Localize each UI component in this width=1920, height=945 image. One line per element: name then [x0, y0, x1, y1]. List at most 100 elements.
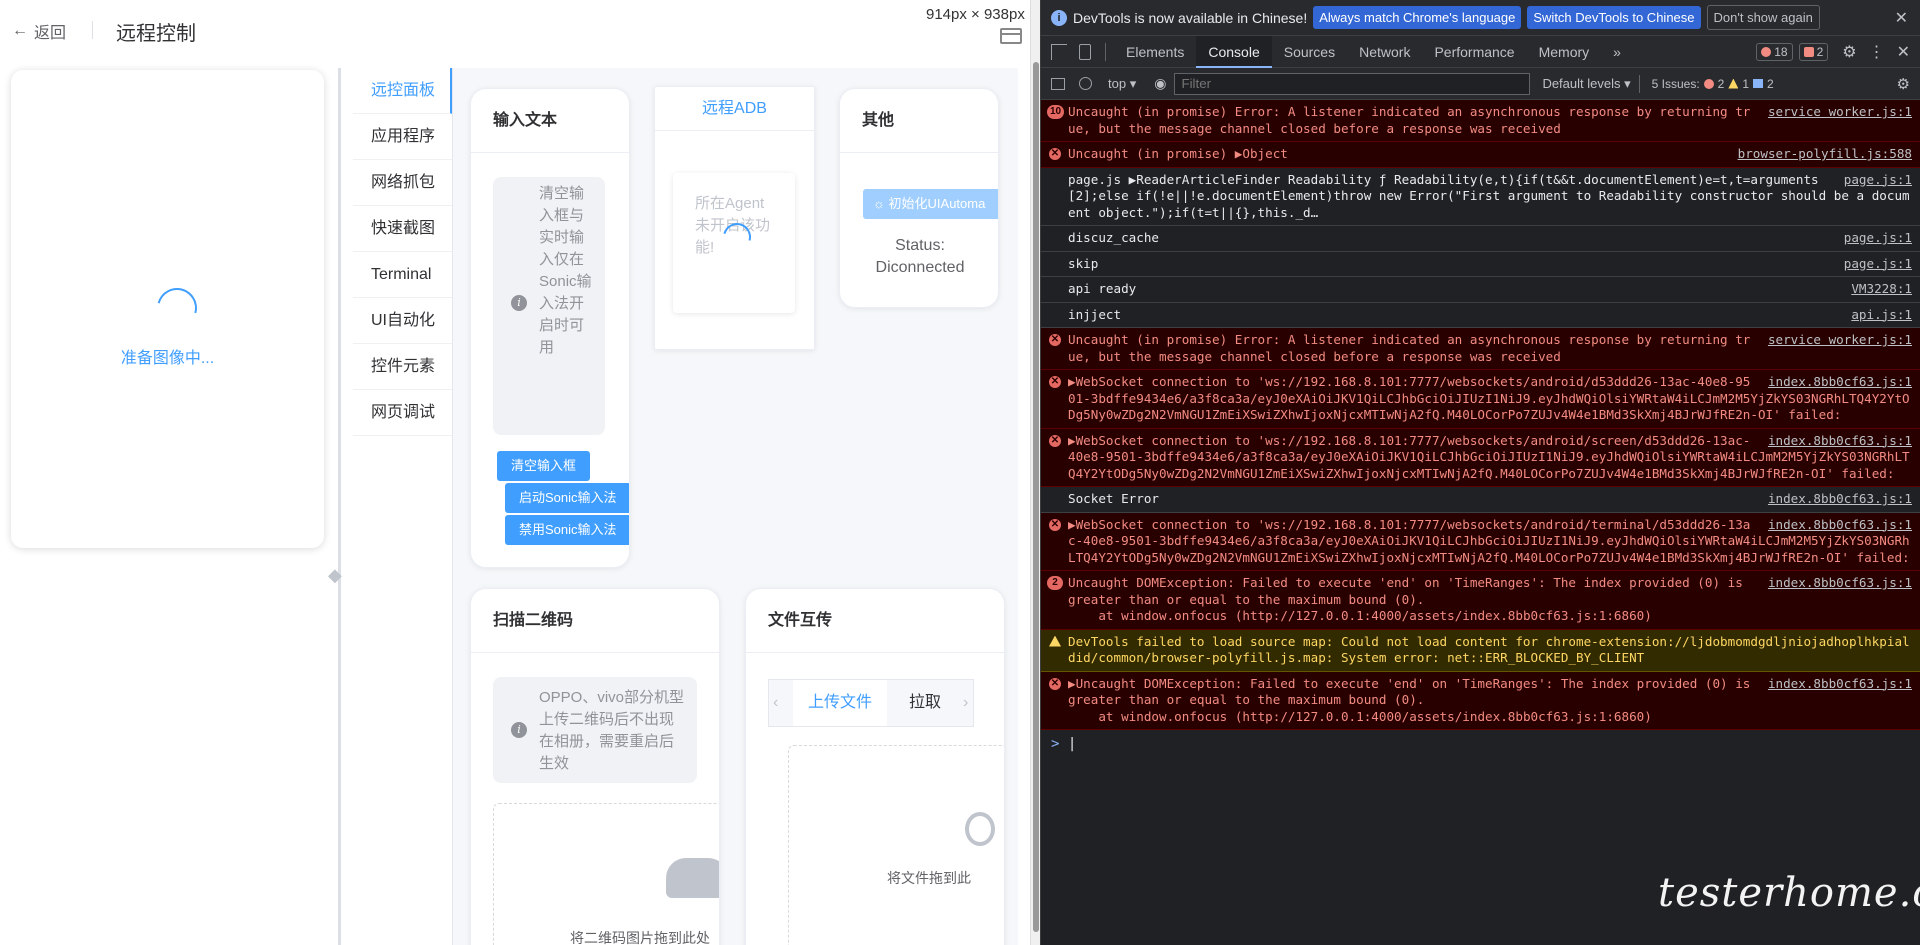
back-label: 返回 [34, 25, 67, 42]
close-devtools-icon[interactable]: ✕ [1897, 42, 1910, 62]
disable-sonic-ime-button[interactable]: 禁用Sonic输入法 [505, 515, 629, 545]
console-settings-icon[interactable]: ⚙ [1897, 75, 1910, 93]
console-message[interactable]: DevTools failed to load source map: Coul… [1041, 629, 1920, 672]
device-toolbar-icon[interactable] [1000, 28, 1022, 44]
close-icon[interactable]: ✕ [1895, 8, 1908, 28]
menu-item-ui-automation[interactable]: UI自动化 [353, 298, 452, 344]
switch-chinese-button[interactable]: Switch DevTools to Chinese [1527, 6, 1701, 29]
file-dropzone[interactable]: 将文件拖到此 [788, 745, 1004, 945]
tab-upload-file[interactable]: 上传文件 [793, 680, 887, 726]
other-card: 其他 ☼ 初始化UIAutoma Status: Diconnected [839, 88, 999, 308]
console-messages: 10 service worker.js:1 Uncaught (in promis… [1041, 100, 1920, 730]
source-link[interactable]: browser-polyfill.js:588 [1738, 146, 1912, 163]
match-language-button[interactable]: Always match Chrome's language [1313, 6, 1522, 29]
menu-item-packet-capture[interactable]: 网络抓包 [353, 160, 452, 206]
console-message[interactable]: index.8bb0cf63.js:1 Socket Error [1041, 487, 1920, 513]
source-link[interactable]: index.8bb0cf63.js:1 [1768, 517, 1912, 534]
card-title: 文件互传 [746, 589, 1004, 653]
console-message[interactable]: ✕ index.8bb0cf63.js:1 ▶WebSocket connectio… [1041, 512, 1920, 571]
console-message[interactable]: 2 index.8bb0cf63.js:1 Uncaught DOMExceptio… [1041, 571, 1920, 630]
more-tabs-icon[interactable]: » [1601, 36, 1633, 68]
watermark: testerhome.com [1658, 870, 1920, 916]
card-title: 其他 [840, 89, 998, 153]
message-text: injject [1068, 306, 1122, 322]
warning-count-badge[interactable]: 2 [1798, 42, 1829, 61]
menu-item-screenshot[interactable]: 快速截图 [353, 206, 452, 252]
arrow-left-icon: ← [12, 22, 28, 39]
source-link[interactable]: page.js:1 [1844, 172, 1912, 189]
device-toolbar-icon[interactable] [1079, 43, 1091, 60]
inspect-element-icon[interactable] [1051, 43, 1067, 60]
clear-console-icon[interactable] [1079, 77, 1092, 90]
sidebar-toggle-icon[interactable] [1051, 77, 1065, 90]
console-message[interactable]: ✕ index.8bb0cf63.js:1 ▶Uncaught DOMExcepti… [1041, 671, 1920, 730]
upload-icon [965, 812, 995, 846]
context-selector[interactable]: top ▾ [1108, 76, 1136, 92]
scrollbar-thumb[interactable] [1033, 62, 1039, 932]
error-count-badge[interactable]: 18 [1756, 42, 1793, 61]
kebab-menu-icon[interactable]: ⋮ [1869, 42, 1885, 62]
menu-item-apps[interactable]: 应用程序 [353, 114, 452, 160]
source-link[interactable]: service worker.js:1 [1768, 104, 1912, 121]
tab-memory[interactable]: Memory [1527, 36, 1602, 68]
drag-handle-icon[interactable]: ◆ [328, 565, 350, 589]
page-scrollbar[interactable] [1030, 0, 1040, 945]
console-message[interactable]: page.js:1 skip [1041, 252, 1920, 277]
source-link[interactable]: index.8bb0cf63.js:1 [1768, 433, 1912, 450]
menu-item-terminal[interactable]: Terminal [353, 252, 452, 298]
settings-gear-icon[interactable]: ⚙ [1842, 42, 1856, 62]
console-message[interactable]: api.js:1 injject [1041, 303, 1920, 328]
source-link[interactable]: index.8bb0cf63.js:1 [1768, 374, 1912, 391]
eye-icon[interactable]: ◉ [1154, 75, 1166, 92]
tab-performance[interactable]: Performance [1422, 36, 1526, 68]
tab-console[interactable]: Console [1196, 35, 1272, 68]
tab-elements[interactable]: Elements [1114, 36, 1196, 68]
menu-item-remote-panel[interactable]: 远控面板 [353, 68, 452, 114]
log-levels-dropdown[interactable]: Default levels ▾ [1542, 76, 1630, 92]
qr-dropzone[interactable]: 将二维码图片拖到此处 [493, 803, 719, 945]
chevron-left-icon[interactable]: ‹ [773, 694, 778, 712]
console-message[interactable]: page.js:1 discuz_cache [1041, 226, 1920, 252]
panel-splitter[interactable] [338, 68, 341, 945]
adb-empty-state: 所在Agent未开启该功能! [673, 173, 795, 313]
back-button[interactable]: ← 返回 [12, 19, 66, 43]
console-message[interactable]: ✕ index.8bb0cf63.js:1 ▶WebSocket connectio… [1041, 428, 1920, 487]
source-link[interactable]: index.8bb0cf63.js:1 [1768, 491, 1912, 508]
issue-warning-icon [1728, 78, 1739, 89]
source-link[interactable]: service worker.js:1 [1768, 332, 1912, 349]
menu-item-web-debug[interactable]: 网页调试 [353, 390, 452, 436]
clear-input-button[interactable]: 清空输入框 [497, 451, 591, 481]
info-icon: i [1051, 9, 1067, 26]
source-link[interactable]: api.js:1 [1851, 307, 1912, 324]
warning-icon [1803, 46, 1814, 57]
console-message[interactable]: 10 service worker.js:1 Uncaught (in promis… [1041, 100, 1920, 142]
console-message[interactable]: ✕ browser-polyfill.js:588 Uncaught (in pro… [1041, 142, 1920, 168]
message-text: api ready [1068, 281, 1137, 296]
phone-screen-panel[interactable]: 准备图像中... [11, 70, 324, 548]
init-uiautomator-button[interactable]: ☼ 初始化UIAutoma [863, 189, 998, 219]
menu-item-widget-elements[interactable]: 控件元素 [353, 344, 452, 390]
issues-counter[interactable]: 5 Issues: 2 1 2 [1648, 76, 1778, 92]
chevron-right-icon[interactable]: › [963, 694, 968, 712]
console-message[interactable]: VM3228:1 api ready [1041, 277, 1920, 303]
source-link[interactable]: VM3228:1 [1851, 281, 1912, 298]
tab-sources[interactable]: Sources [1272, 36, 1347, 68]
source-link[interactable]: index.8bb0cf63.js:1 [1768, 676, 1912, 693]
console-prompt[interactable]: > | [1041, 730, 1920, 758]
error-count: 18 [1774, 44, 1788, 59]
source-link[interactable]: page.js:1 [1844, 230, 1912, 247]
source-link[interactable]: index.8bb0cf63.js:1 [1768, 575, 1912, 592]
tab-remote-adb[interactable]: 远程ADB [655, 87, 814, 131]
tab-pull-file[interactable]: 拉取 [909, 680, 941, 726]
source-link[interactable]: page.js:1 [1844, 256, 1912, 273]
devtools-tabs: Elements Console Sources Network Perform… [1041, 35, 1920, 68]
language-infobar: i DevTools is now available in Chinese! … [1041, 0, 1920, 36]
console-message[interactable]: page.js:1 page.js ▶ReaderArticleFinder Re… [1041, 168, 1920, 226]
dont-show-again-button[interactable]: Don't show again [1706, 5, 1820, 30]
console-message[interactable]: ✕ index.8bb0cf63.js:1 ▶WebSocket connectio… [1041, 370, 1920, 429]
console-message[interactable]: ✕ service worker.js:1 Uncaught (in promise… [1041, 328, 1920, 370]
console-filter-input[interactable] [1174, 72, 1531, 95]
enable-sonic-ime-button[interactable]: 启动Sonic输入法 [505, 483, 629, 513]
viewport-size-label: 914px × 938px [924, 6, 1027, 23]
tab-network[interactable]: Network [1347, 36, 1422, 68]
